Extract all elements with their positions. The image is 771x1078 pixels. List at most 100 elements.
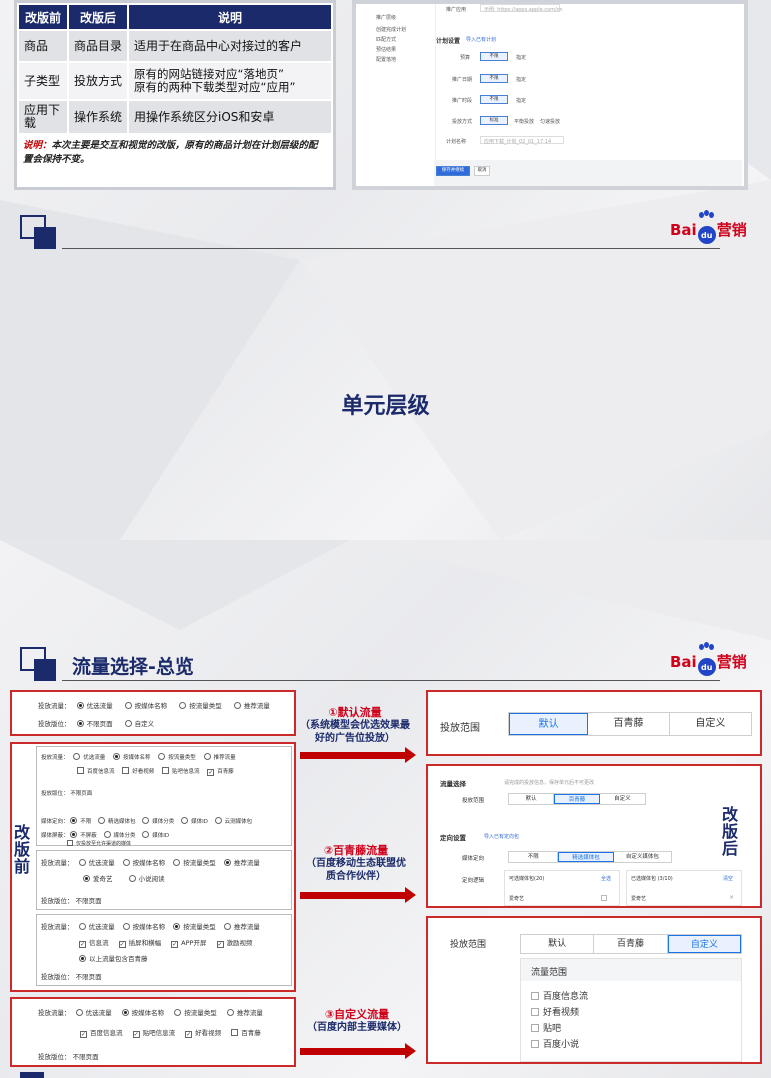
radio-option[interactable]: 优选流量	[73, 753, 105, 761]
list-item[interactable]: 百度小说	[531, 1037, 579, 1050]
chosen-label: 已选媒体包 (3/10)	[631, 876, 673, 882]
radio-label: 推荐流量	[243, 702, 270, 710]
scope-custom-tab[interactable]: 自定义	[670, 713, 751, 735]
checkbox[interactable]: ✓ 激励视频	[216, 939, 253, 948]
radio-option[interactable]: 按媒体名称	[124, 702, 167, 710]
radio-option[interactable]: 媒体分类	[142, 817, 174, 825]
radio-option[interactable]: 按媒体名称	[113, 753, 151, 761]
scope-custom-tab[interactable]: 自定义	[667, 935, 741, 953]
radio-icon	[78, 859, 86, 866]
mini-option[interactable]: 不限	[480, 52, 508, 61]
checkbox[interactable]: ✓ 贴吧信息流	[132, 1029, 175, 1038]
radio-option[interactable]: 按媒体名称	[122, 923, 165, 931]
radio-option[interactable]: 按流量类型	[179, 702, 222, 710]
mini-option[interactable]: 不限	[480, 95, 508, 104]
mini-app-input[interactable]: 示例: https://apps.apple.com/cn	[480, 4, 563, 13]
row: 投放版位： 不限页面	[41, 971, 102, 981]
media-any-tab[interactable]: 不限	[509, 852, 559, 862]
radio-option[interactable]: 小说阅读	[128, 875, 165, 883]
media-checkbox[interactable]	[601, 895, 607, 901]
mini-option[interactable]: 指定	[516, 54, 526, 61]
radio-option[interactable]: 不屏蔽	[70, 831, 97, 839]
radio-option[interactable]: 推荐流量	[233, 702, 270, 710]
radio-option[interactable]: 不限	[70, 817, 92, 825]
scope-default-tab[interactable]: 默认	[521, 935, 595, 953]
scope-segmented-control: 默认 百青藤 自定义	[508, 712, 752, 736]
radio-label: 不限	[80, 819, 92, 825]
mini-option[interactable]: 指定	[516, 97, 526, 104]
checkbox[interactable]: ✓ APP开屏	[171, 939, 206, 948]
import-targeting-link[interactable]: 导入已有定向包	[484, 833, 519, 840]
select-all-link[interactable]: 全选	[601, 875, 611, 882]
list-item[interactable]: 百度信息流	[531, 989, 588, 1002]
mini-save-button[interactable]: 保存并继续	[436, 166, 470, 176]
checkbox[interactable]: ✓ 好看视频	[185, 1029, 222, 1038]
radio-option[interactable]: 精选媒体包	[98, 817, 136, 825]
mini-option[interactable]: 标准	[480, 116, 508, 125]
radio-option[interactable]: 优选流量	[75, 1009, 112, 1017]
list-item[interactable]: 贴吧	[531, 1021, 561, 1034]
checkbox-label: 好看视频	[195, 1029, 222, 1037]
radio-option[interactable]: 爱奇艺	[83, 875, 113, 883]
radio-option[interactable]: 优选流量	[76, 702, 113, 710]
scope-segmented-control: 默认 百青藤 自定义	[520, 934, 742, 954]
radio-option[interactable]: 按媒体名称	[122, 859, 165, 867]
radio-option[interactable]: 按流量类型	[174, 1009, 217, 1017]
radio-option[interactable]: 推荐流量	[203, 753, 236, 761]
scope-bqt-tab[interactable]: 百青藤	[594, 935, 668, 953]
mini-sidebar-item: 配置落地	[376, 57, 397, 63]
radio-option[interactable]: 按流量类型	[158, 753, 196, 761]
checkbox[interactable]: 贴吧信息流	[162, 767, 200, 775]
radio-option[interactable]: 优选流量	[78, 859, 115, 867]
clear-link[interactable]: 清空	[723, 875, 733, 882]
mini-cancel-button[interactable]: 取消	[474, 166, 490, 176]
checkbox[interactable]: ✓ 插屏和横幅	[118, 939, 161, 948]
media-item[interactable]: 爱奇艺	[509, 895, 524, 902]
mini-option[interactable]: 平衡投放	[514, 118, 534, 125]
radio-option[interactable]: 自定义	[124, 720, 154, 728]
radio-option[interactable]: 媒体ID	[142, 831, 169, 839]
mini-option[interactable]: 指定	[516, 76, 526, 83]
arrow-label-1: ①默认流量 （系统模型会优选效果最好的广告位投放）	[298, 706, 412, 745]
mini-plan-name-input[interactable]: 应用下载_计划_02_01_17:14	[480, 136, 564, 145]
radio-option[interactable]: 媒体分类	[103, 831, 136, 839]
radio-icon	[226, 1009, 234, 1016]
media-custom-tab[interactable]: 自定义媒体包	[614, 852, 671, 862]
checkbox[interactable]: 仅投放至允许渠道的媒体	[67, 840, 131, 847]
checkbox[interactable]: 百青藤	[231, 1029, 261, 1037]
scope-default-tab[interactable]: 默认	[509, 794, 555, 804]
radio-option[interactable]: 推荐流量	[223, 923, 260, 931]
radio-option[interactable]: 不限页面	[76, 720, 113, 728]
checkbox[interactable]: ✓ 百度信息流	[80, 1029, 123, 1038]
radio-label: 优选流量	[86, 702, 113, 710]
remove-icon[interactable]: ×	[729, 894, 734, 901]
checkbox[interactable]: ✓ 信息流	[79, 939, 109, 948]
logo-ying: 营销	[716, 653, 747, 671]
radio-option[interactable]: 以上流量包含百青藤	[79, 953, 148, 963]
checkbox-icon: ✓	[216, 941, 224, 948]
checkbox[interactable]: ✓ 百青藤	[207, 769, 234, 776]
radio-option[interactable]: 按流量类型	[173, 923, 216, 931]
radio-option[interactable]: 推荐流量	[226, 1009, 263, 1017]
mini-option[interactable]: 匀速投放	[540, 118, 560, 125]
radio-option[interactable]: 按流量类型	[173, 859, 216, 867]
media-featured-tab[interactable]: 精选媒体包	[558, 852, 614, 862]
radio-label: 按媒体名称	[123, 755, 151, 761]
row: ✓ 信息流 ✓ 插屏和横幅 ✓ APP开屏 ✓ 激励视频	[79, 937, 253, 948]
radio-icon	[214, 817, 222, 824]
checkbox[interactable]: 百度信息流	[77, 767, 115, 775]
list-item[interactable]: 好看视频	[531, 1005, 579, 1018]
mini-option[interactable]: 不限	[480, 74, 508, 83]
radio-option[interactable]: 按媒体名称	[121, 1009, 164, 1017]
scope-bqt-tab[interactable]: 百青藤	[588, 713, 670, 735]
radio-option[interactable]: 优选流量	[78, 923, 115, 931]
radio-option[interactable]: 云测媒体包	[214, 817, 252, 825]
radio-option[interactable]: 媒体ID	[181, 817, 208, 825]
checkbox[interactable]: 好看视频	[122, 767, 154, 775]
mini-import-link[interactable]: 导入已有计划	[466, 36, 496, 43]
scope-default-tab[interactable]: 默认	[509, 713, 589, 735]
scope-custom-tab[interactable]: 自定义	[600, 794, 645, 804]
radio-icon	[79, 955, 86, 962]
scope-bqt-tab[interactable]: 百青藤	[554, 794, 600, 804]
radio-option[interactable]: 推荐流量	[223, 859, 260, 867]
